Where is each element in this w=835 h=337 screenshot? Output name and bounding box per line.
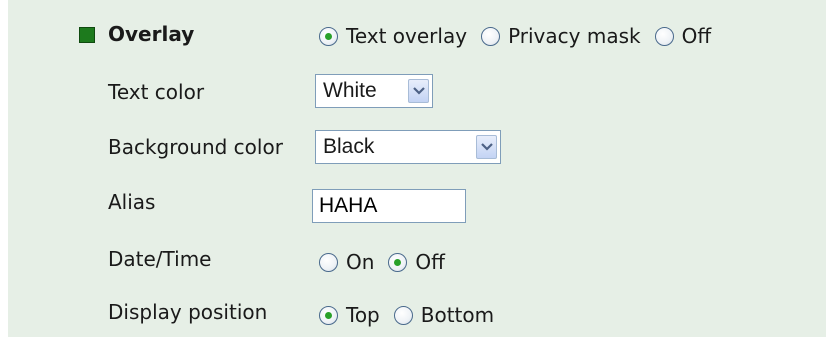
radio-label: Privacy mask: [508, 24, 641, 48]
chevron-down-icon[interactable]: [408, 79, 429, 103]
radio-checked-icon[interactable]: [319, 305, 338, 325]
radio-overlay-off[interactable]: Off: [654, 24, 712, 48]
radio-date-time-on[interactable]: On: [319, 250, 374, 274]
section-marker-icon: [79, 27, 95, 43]
radio-checked-icon[interactable]: [388, 252, 408, 272]
display-position-label: Display position: [108, 300, 268, 324]
select-value: White: [323, 79, 377, 102]
overlay-mode-radio-group: Text overlay Privacy mask Off: [319, 24, 725, 48]
radio-checked-icon[interactable]: [319, 26, 338, 46]
radio-label: On: [346, 250, 375, 274]
alias-input[interactable]: [312, 189, 466, 223]
chevron-down-icon[interactable]: [476, 135, 497, 159]
radio-label: Off: [415, 250, 445, 274]
radio-date-time-off[interactable]: Off: [388, 250, 445, 274]
date-time-label: Date/Time: [108, 247, 212, 271]
text-color-label: Text color: [108, 80, 205, 104]
radio-label: Bottom: [420, 303, 495, 327]
radio-position-bottom[interactable]: Bottom: [393, 303, 495, 327]
radio-unchecked-icon[interactable]: [654, 26, 674, 46]
text-color-select[interactable]: White: [315, 74, 433, 108]
section-title: Overlay: [108, 22, 195, 46]
overlay-settings-panel: Overlay Text overlay Privacy mask Off Te…: [8, 0, 826, 337]
radio-label: Top: [346, 303, 380, 327]
alias-label: Alias: [108, 190, 156, 214]
radio-unchecked-icon[interactable]: [393, 305, 413, 325]
display-position-radio-group: Top Bottom: [319, 303, 508, 327]
background-color-select[interactable]: Black: [315, 130, 501, 164]
radio-label: Off: [681, 24, 712, 48]
radio-unchecked-icon[interactable]: [319, 252, 338, 272]
radio-label: Text overlay: [346, 24, 468, 48]
radio-privacy-mask[interactable]: Privacy mask: [481, 24, 641, 48]
background-color-label: Background color: [108, 135, 283, 159]
date-time-radio-group: On Off: [319, 250, 459, 274]
select-value: Black: [323, 135, 375, 158]
radio-text-overlay[interactable]: Text overlay: [319, 24, 467, 48]
radio-unchecked-icon[interactable]: [481, 26, 501, 46]
radio-position-top[interactable]: Top: [319, 303, 380, 327]
